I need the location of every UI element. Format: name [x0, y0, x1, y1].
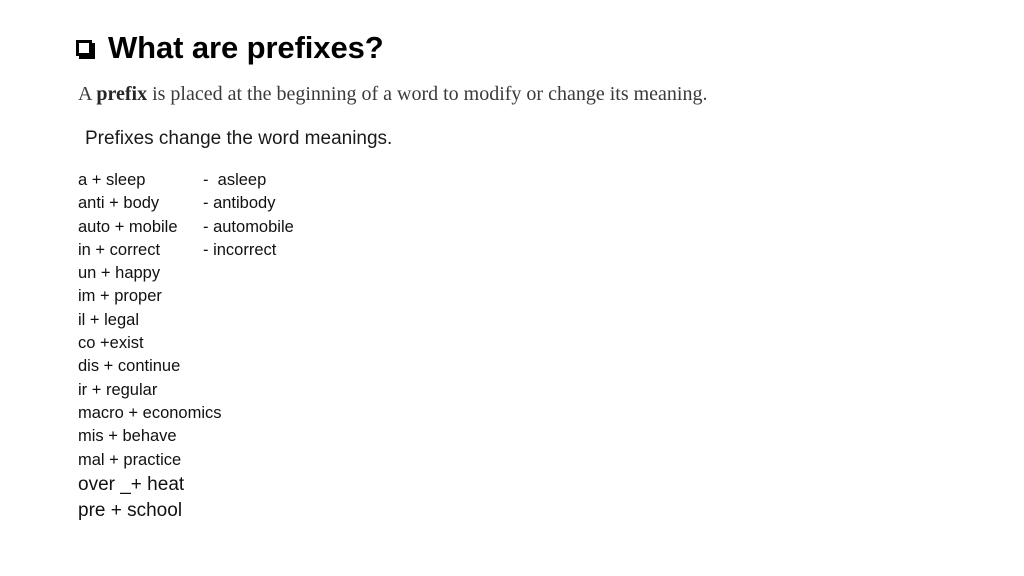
- examples-list: a + sleep - asleep anti + body - antibod…: [78, 169, 294, 524]
- page-title: What are prefixes?: [76, 32, 384, 63]
- definition-rest: is placed at the beginning of a word to …: [147, 83, 708, 105]
- list-item-result: - antibody: [203, 194, 276, 213]
- list-item-equation: ir + regular: [78, 380, 158, 399]
- list-item-equation: mis + behave: [78, 427, 177, 446]
- list-item-result: - incorrect: [203, 240, 277, 259]
- list-item: a + sleep - asleep: [78, 169, 294, 192]
- list-item: in + correct - incorrect: [78, 239, 294, 262]
- definition-emphasis: prefix: [96, 83, 148, 105]
- intro-line: Prefixes change the word meanings.: [85, 128, 393, 149]
- list-item: un + happy: [78, 262, 294, 285]
- list-item-equation: il + legal: [78, 310, 139, 329]
- list-item-equation: auto + mobile: [78, 217, 178, 236]
- list-item: dis + continue: [78, 355, 294, 378]
- list-item-equation: mal + practice: [78, 450, 182, 469]
- list-item-result: - asleep: [203, 171, 267, 189]
- list-item: mal + practice: [78, 449, 294, 472]
- list-item-equation: macro + economics: [78, 403, 222, 422]
- list-item-equation: dis + continue: [78, 357, 181, 376]
- list-item: co +exist: [78, 332, 294, 355]
- list-item-equation: pre + school: [78, 499, 183, 521]
- list-item: mis + behave: [78, 425, 294, 448]
- list-item-equation: anti + body: [78, 194, 160, 213]
- list-item-equation: un + happy: [78, 264, 161, 283]
- slide-canvas: What are prefixes? A prefix is placed at…: [0, 0, 1024, 576]
- list-item: il + legal: [78, 309, 294, 332]
- list-item: macro + economics: [78, 402, 294, 425]
- definition-line: A prefix is placed at the beginning of a…: [78, 82, 708, 107]
- list-item: ir + regular: [78, 379, 294, 402]
- list-item: auto + mobile - automobile: [78, 216, 294, 239]
- list-item: pre + school: [78, 498, 294, 524]
- page-title-text: What are prefixes?: [108, 30, 384, 65]
- list-item-equation: in + correct: [78, 240, 161, 259]
- list-item: anti + body - antibody: [78, 192, 294, 215]
- list-item: over _+ heat: [78, 472, 294, 498]
- white-square-shadowed-icon: [76, 39, 95, 59]
- list-item: im + proper: [78, 285, 294, 308]
- list-item-equation: im + proper: [78, 287, 162, 306]
- list-item-equation: over _+ heat: [78, 473, 185, 495]
- list-item-equation: co +exist: [78, 334, 144, 353]
- definition-lead: A: [78, 83, 97, 105]
- list-item-result: - automobile: [203, 217, 294, 236]
- list-item-equation: a + sleep: [78, 171, 146, 189]
